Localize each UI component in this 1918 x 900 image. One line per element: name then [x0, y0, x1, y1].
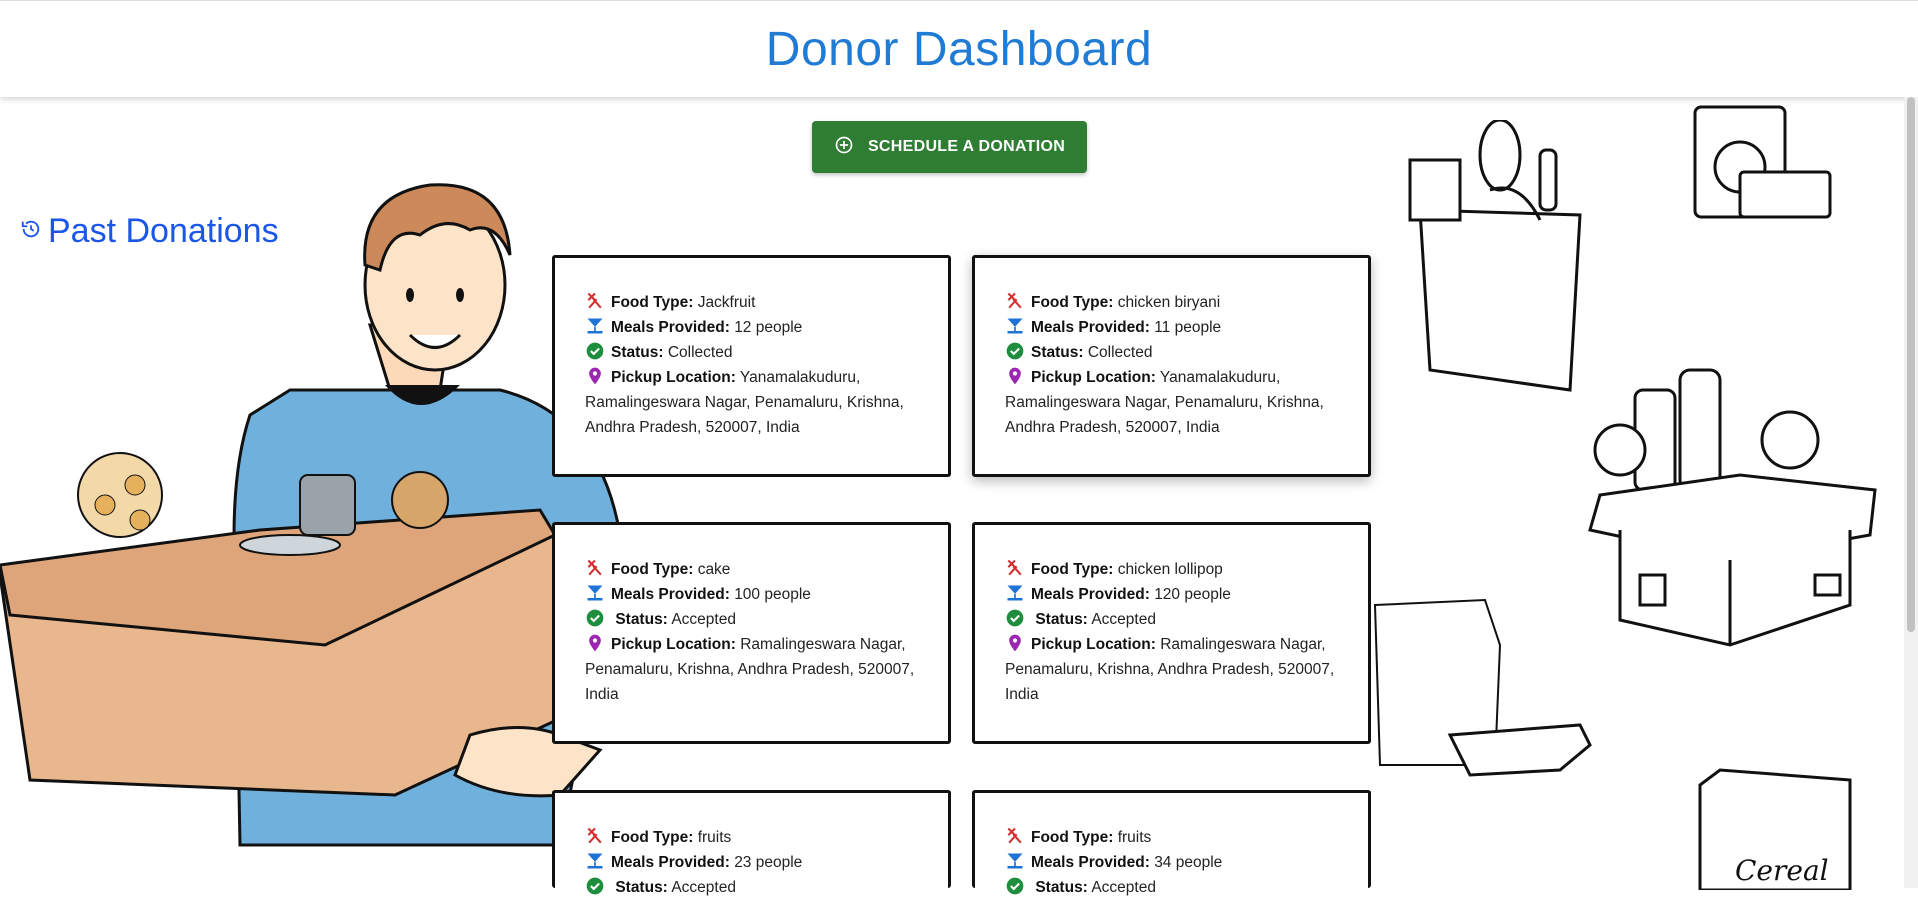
- grocery-box-illustration: [1588, 368, 1877, 647]
- meals-row: Meals Provided: 120 people: [1005, 582, 1338, 607]
- check-circle-icon: [1005, 341, 1025, 361]
- scale-icon: [1005, 583, 1025, 603]
- pickup-row: Pickup Location: Ramalingeswara Nagar, P…: [585, 632, 918, 707]
- donor-illustration: [0, 183, 622, 847]
- past-donations-heading: Past Donations: [20, 212, 279, 251]
- pickup-row: Pickup Location: Yanamalakuduru, Ramalin…: [585, 365, 918, 440]
- page-header: Donor Dashboard: [0, 0, 1918, 97]
- donation-card: Food Type: chicken biryani Meals Provide…: [972, 255, 1371, 477]
- check-circle-icon: [585, 341, 605, 361]
- status-row: Status: Collected: [1005, 340, 1338, 365]
- donation-card: Food Type: fruits Meals Provided: 34 peo…: [972, 790, 1371, 896]
- status-row: Status: Accepted: [585, 607, 918, 632]
- schedule-donation-button[interactable]: SCHEDULE A DONATION: [812, 121, 1087, 173]
- donation-card: Food Type: fruits Meals Provided: 23 peo…: [552, 790, 951, 896]
- meals-row: Meals Provided: 100 people: [585, 582, 918, 607]
- scale-icon: [1005, 316, 1025, 336]
- pickup-row: Pickup Location: Ramalingeswara Nagar, P…: [1005, 632, 1338, 707]
- meals-row: Meals Provided: 11 people: [1005, 315, 1338, 340]
- donation-card: Food Type: chicken lollipop Meals Provid…: [972, 522, 1371, 744]
- utensils-icon: [585, 291, 605, 311]
- scrollbar-thumb[interactable]: [1907, 97, 1915, 632]
- pickup-row: Pickup Location: Yanamalakuduru, Ramalin…: [1005, 365, 1338, 440]
- meals-row: Meals Provided: 34 people: [1005, 850, 1338, 875]
- scale-icon: [585, 851, 605, 871]
- utensils-icon: [585, 558, 605, 578]
- scale-icon: [585, 583, 605, 603]
- status-row: Status: Collected: [585, 340, 918, 365]
- check-circle-icon: [1005, 876, 1025, 896]
- food-type-row: Food Type: Jackfruit: [585, 290, 918, 315]
- utensils-icon: [1005, 558, 1025, 578]
- location-pin-icon: [585, 366, 605, 386]
- takeout-bag-illustration: [1373, 598, 1592, 777]
- food-type-row: Food Type: chicken biryani: [1005, 290, 1338, 315]
- meals-row: Meals Provided: 23 people: [585, 850, 918, 875]
- donation-card: Food Type: cake Meals Provided: 100 peop…: [552, 522, 951, 744]
- past-donations-title: Past Donations: [48, 212, 279, 250]
- page-scrollbar[interactable]: [1904, 97, 1918, 888]
- svg-text:Cereal: Cereal: [1735, 854, 1829, 887]
- location-pin-icon: [585, 633, 605, 653]
- scale-icon: [1005, 851, 1025, 871]
- food-type-row: Food Type: fruits: [585, 825, 918, 850]
- food-container-illustration: [1693, 105, 1832, 219]
- page-title: Donor Dashboard: [765, 22, 1153, 76]
- status-row: Status: Accepted: [1005, 607, 1338, 632]
- schedule-donation-label: SCHEDULE A DONATION: [867, 138, 1066, 155]
- location-pin-icon: [1005, 366, 1025, 386]
- location-pin-icon: [1005, 633, 1025, 653]
- utensils-icon: [585, 826, 605, 846]
- add-circle-icon: [834, 135, 854, 160]
- utensils-icon: [1005, 826, 1025, 846]
- meals-row: Meals Provided: 12 people: [585, 315, 918, 340]
- grocery-bag-illustration: [1408, 120, 1582, 392]
- check-circle-icon: [585, 608, 605, 628]
- food-type-row: Food Type: cake: [585, 557, 918, 582]
- utensils-icon: [1005, 291, 1025, 311]
- food-type-row: Food Type: fruits: [1005, 825, 1338, 850]
- scale-icon: [585, 316, 605, 336]
- food-type-row: Food Type: chicken lollipop: [1005, 557, 1338, 582]
- check-circle-icon: [1005, 608, 1025, 628]
- donation-card: Food Type: Jackfruit Meals Provided: 12 …: [552, 255, 951, 477]
- check-circle-icon: [585, 876, 605, 896]
- cereal-box-illustration: Cereal: [1698, 768, 1852, 890]
- history-icon: [20, 218, 42, 245]
